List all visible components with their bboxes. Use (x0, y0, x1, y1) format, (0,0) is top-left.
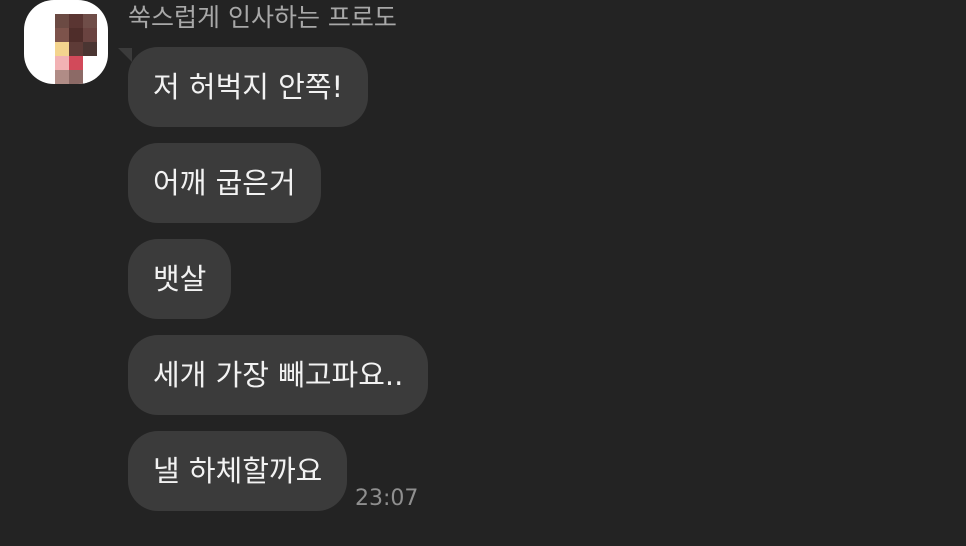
message-timestamp: 23:07 (355, 486, 419, 511)
sender-name: 쑥스럽게 인사하는 프로도 (128, 3, 397, 32)
bubble-tail (118, 48, 132, 62)
chat-thread: 쑥스럽게 인사하는 프로도 저 허벅지 안쪽! 어깨 굽은거 뱃살 세개 가장 … (0, 0, 966, 546)
profile-avatar[interactable] (24, 0, 108, 84)
message-bubble[interactable]: 저 허벅지 안쪽! (128, 47, 369, 127)
message-bubble[interactable]: 뱃살 (128, 239, 232, 319)
pixelated-avatar-icon (55, 14, 97, 84)
message-bubble[interactable]: 낼 하체할까요 (128, 431, 348, 511)
message-bubble[interactable]: 세개 가장 빼고파요.. (128, 335, 429, 415)
message-bubble[interactable]: 어깨 굽은거 (128, 143, 321, 223)
